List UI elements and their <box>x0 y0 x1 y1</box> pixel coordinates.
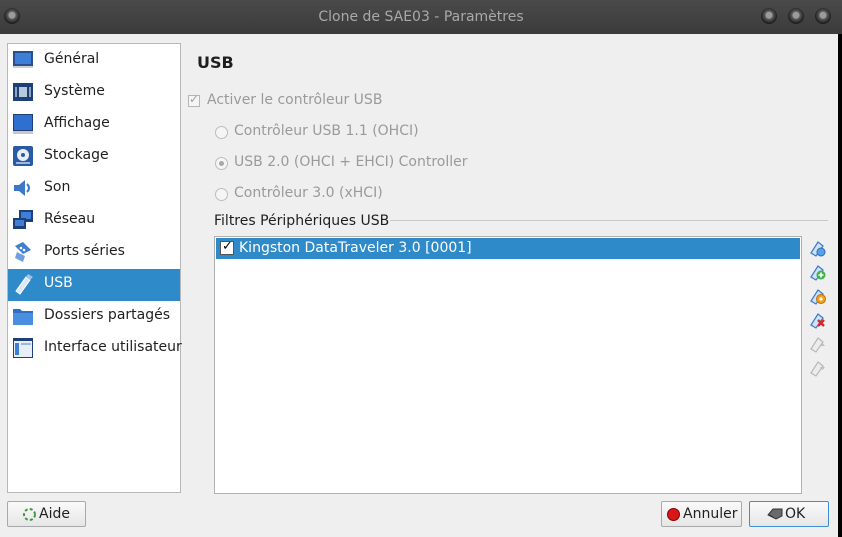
shared-folders-icon <box>13 309 33 325</box>
settings-sidebar: Général Système Affichage Stockage Son R… <box>7 43 182 493</box>
help-button[interactable]: Aide <box>7 501 86 527</box>
system-icon <box>13 83 33 101</box>
usb-2-0-radio[interactable] <box>215 157 228 170</box>
remove-filter-icon[interactable] <box>808 311 826 329</box>
usb-1-1-radio[interactable] <box>215 126 228 139</box>
serial-ports-icon <box>15 242 31 262</box>
sidebar-item-audio[interactable]: Son <box>8 173 180 205</box>
sidebar-item-storage[interactable]: Stockage <box>8 141 180 173</box>
display-icon <box>13 114 33 134</box>
move-down-icon[interactable] <box>808 359 826 377</box>
cancel-icon <box>667 508 680 521</box>
usb-2-0-label: USB 2.0 (OHCI + EHCI) Controller <box>234 154 468 170</box>
settings-dialog: Général Système Affichage Stockage Son R… <box>0 34 838 537</box>
ok-button-label: OK <box>785 506 806 522</box>
move-up-icon[interactable] <box>808 335 826 353</box>
maximize-icon[interactable] <box>788 8 804 24</box>
minimize-icon[interactable] <box>761 8 777 24</box>
enable-usb-checkbox[interactable] <box>188 92 200 107</box>
usb-3-0-label: Contrôleur 3.0 (xHCI) <box>234 185 383 201</box>
window-title: Clone de SAE03 - Paramètres <box>318 9 524 25</box>
sidebar-item-display[interactable]: Affichage <box>8 109 180 141</box>
usb-1-1-label: Contrôleur USB 1.1 (OHCI) <box>234 123 419 139</box>
storage-icon <box>13 146 33 166</box>
sidebar-item-usb[interactable]: USB <box>8 269 180 301</box>
usb-filters-group-label: Filtres Périphériques USB <box>214 213 390 229</box>
filter-name: Kingston DataTraveler 3.0 [0001] <box>239 240 472 256</box>
sidebar-item-user-interface[interactable]: Interface utilisateur <box>8 333 182 365</box>
enable-usb-label: Activer le contrôleur USB <box>207 92 383 108</box>
cancel-button-label: Annuler <box>683 506 738 522</box>
usb-3-0-radio[interactable] <box>215 188 228 201</box>
title-bar: Clone de SAE03 - Paramètres <box>0 0 842 34</box>
usb-icon <box>15 274 33 295</box>
sidebar-item-serial-ports[interactable]: Ports séries <box>8 237 180 269</box>
list-item[interactable]: Kingston DataTraveler 3.0 [0001] <box>216 238 800 259</box>
sidebar-item-system[interactable]: Système <box>8 77 180 109</box>
group-divider <box>390 220 828 221</box>
add-empty-filter-icon[interactable] <box>808 239 826 257</box>
sidebar-item-general[interactable]: Général <box>8 45 180 77</box>
ok-button[interactable]: OK <box>749 501 829 527</box>
filter-enabled-checkbox[interactable] <box>220 239 234 255</box>
network-icon <box>13 210 33 229</box>
help-button-label: Aide <box>39 506 70 522</box>
cancel-button[interactable]: Annuler <box>661 501 742 527</box>
add-device-filter-icon[interactable] <box>808 263 826 281</box>
close-icon[interactable] <box>815 8 831 24</box>
general-icon <box>13 51 33 68</box>
edit-filter-icon[interactable] <box>808 287 826 305</box>
page-title: USB <box>197 53 234 72</box>
sidebar-item-shared-folders[interactable]: Dossiers partagés <box>8 301 180 333</box>
sidebar-item-network[interactable]: Réseau <box>8 205 180 237</box>
audio-icon <box>14 180 30 196</box>
ok-icon <box>767 508 783 520</box>
help-icon <box>23 508 36 521</box>
usb-filters-list[interactable]: Kingston DataTraveler 3.0 [0001] <box>214 236 802 494</box>
user-interface-icon <box>13 338 33 358</box>
